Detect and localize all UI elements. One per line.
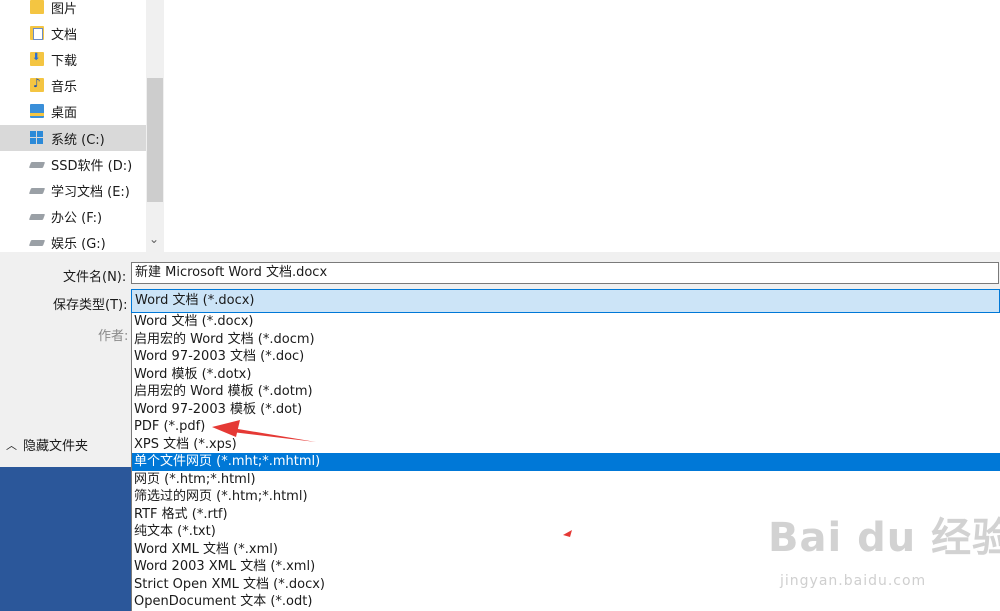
- scrollbar-thumb[interactable]: [147, 78, 163, 202]
- downloads-folder-icon: [30, 52, 44, 66]
- filetype-option[interactable]: XPS 文档 (*.xps): [132, 436, 1000, 454]
- filetype-option[interactable]: 启用宏的 Word 文档 (*.docm): [132, 331, 1000, 349]
- nav-item-pictures[interactable]: 图片: [0, 0, 146, 20]
- filetype-option[interactable]: 启用宏的 Word 模板 (*.dotm): [132, 383, 1000, 401]
- filetype-option-pdf[interactable]: PDF (*.pdf): [132, 418, 1000, 436]
- filename-label: 文件名(N):: [63, 270, 127, 285]
- filetype-option[interactable]: 网页 (*.htm;*.html): [132, 471, 1000, 489]
- filetype-option[interactable]: 筛选过的网页 (*.htm;*.html): [132, 488, 1000, 506]
- nav-item-label: 桌面: [51, 106, 78, 121]
- drive-icon: [30, 157, 44, 171]
- nav-item-label: 学习文档 (E:): [51, 185, 130, 200]
- hide-folders-button[interactable]: ︿ 隐藏文件夹: [6, 435, 89, 455]
- windows-drive-icon: [30, 131, 44, 145]
- filename-input[interactable]: 新建 Microsoft Word 文档.docx: [131, 262, 999, 284]
- file-list-pane[interactable]: [164, 0, 1000, 252]
- nav-item-music[interactable]: 音乐: [0, 72, 146, 98]
- drive-icon: [30, 235, 44, 249]
- nav-item-desktop[interactable]: 桌面: [0, 98, 146, 124]
- nav-item-drive-f[interactable]: 办公 (F:): [0, 203, 146, 229]
- nav-item-label: 办公 (F:): [51, 211, 103, 226]
- nav-item-drive-e[interactable]: 学习文档 (E:): [0, 177, 146, 203]
- filetype-option[interactable]: Word 文档 (*.docx): [132, 313, 1000, 331]
- nav-item-documents[interactable]: 文档: [0, 20, 146, 46]
- chevron-up-icon: ︿: [6, 438, 17, 452]
- nav-item-drive-d[interactable]: SSD软件 (D:): [0, 151, 146, 177]
- watermark-url: jingyan.baidu.com: [780, 573, 927, 589]
- watermark-brand: Bai du 经验: [768, 515, 1000, 561]
- nav-item-drive-c[interactable]: 系统 (C:): [0, 125, 146, 151]
- nav-item-label: 娱乐 (G:): [51, 237, 106, 252]
- nav-item-label: 文档: [51, 28, 78, 43]
- music-folder-icon: [30, 76, 44, 92]
- filetype-option[interactable]: Word 97-2003 文档 (*.doc): [132, 348, 1000, 366]
- nav-item-label: SSD软件 (D:): [51, 159, 133, 174]
- filetype-select[interactable]: Word 文档 (*.docx): [131, 289, 1000, 313]
- filetype-option-highlighted[interactable]: 单个文件网页 (*.mht;*.mhtml): [132, 453, 1000, 471]
- nav-item-label: 图片: [51, 2, 78, 17]
- baidu-watermark: Bai du 经验 jingyan.baidu.com: [760, 505, 1000, 605]
- filetype-option[interactable]: Word 97-2003 模板 (*.dot): [132, 401, 1000, 419]
- app-background: [0, 467, 131, 611]
- navigation-pane: 图片 文档 下载 音乐 桌面 系统 (C:) SSD软件 (D:) 学习文档 (…: [0, 0, 164, 252]
- navigation-scrollbar[interactable]: ⌄: [146, 0, 164, 252]
- drive-icon: [30, 183, 44, 197]
- nav-item-label: 系统 (C:): [51, 133, 105, 148]
- chevron-down-icon[interactable]: ⌄: [149, 232, 159, 246]
- drive-icon: [30, 209, 44, 223]
- nav-item-downloads[interactable]: 下载: [0, 46, 146, 72]
- nav-item-label: 音乐: [51, 80, 78, 95]
- pictures-folder-icon: [30, 0, 44, 14]
- author-label: 作者:: [98, 329, 129, 344]
- nav-item-label: 下载: [51, 54, 78, 69]
- filetype-option[interactable]: Word 模板 (*.dotx): [132, 366, 1000, 384]
- documents-folder-icon: [30, 26, 44, 40]
- hide-folders-label: 隐藏文件夹: [23, 439, 89, 454]
- filetype-label: 保存类型(T):: [53, 298, 128, 313]
- desktop-folder-icon: [30, 104, 44, 118]
